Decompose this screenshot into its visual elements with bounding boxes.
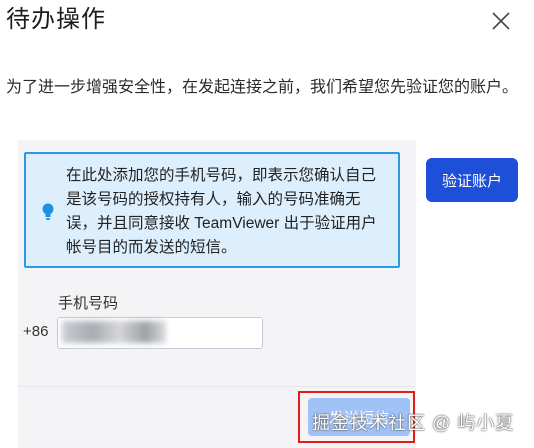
country-code: +86 [23,323,49,340]
close-button[interactable] [486,6,516,36]
close-icon [492,12,510,30]
phone-label: 手机号码 [58,295,119,312]
info-box: 在此处添加您的手机号码，即表示您确认自己是该号码的授权持有人，输入的号码准确无误… [24,152,400,268]
send-sms-button[interactable]: 发送短信 [308,398,410,436]
lightbulb-icon [41,202,55,222]
phone-number-input[interactable] [57,317,263,349]
pending-action-dialog: 待办操作 为了进一步增强安全性，在发起连接之前，我们希望您先验证您的账户。 在此… [0,0,534,448]
intro-text: 为了进一步增强安全性，在发起连接之前，我们希望您先验证您的账户。 [6,79,519,96]
dialog-title: 待办操作 [6,6,106,33]
info-text: 在此处添加您的手机号码，即表示您确认自己是该号码的授权持有人，输入的号码准确无误… [66,167,377,256]
verify-account-button[interactable]: 验证账户 [426,158,518,202]
footer-divider [18,386,416,387]
